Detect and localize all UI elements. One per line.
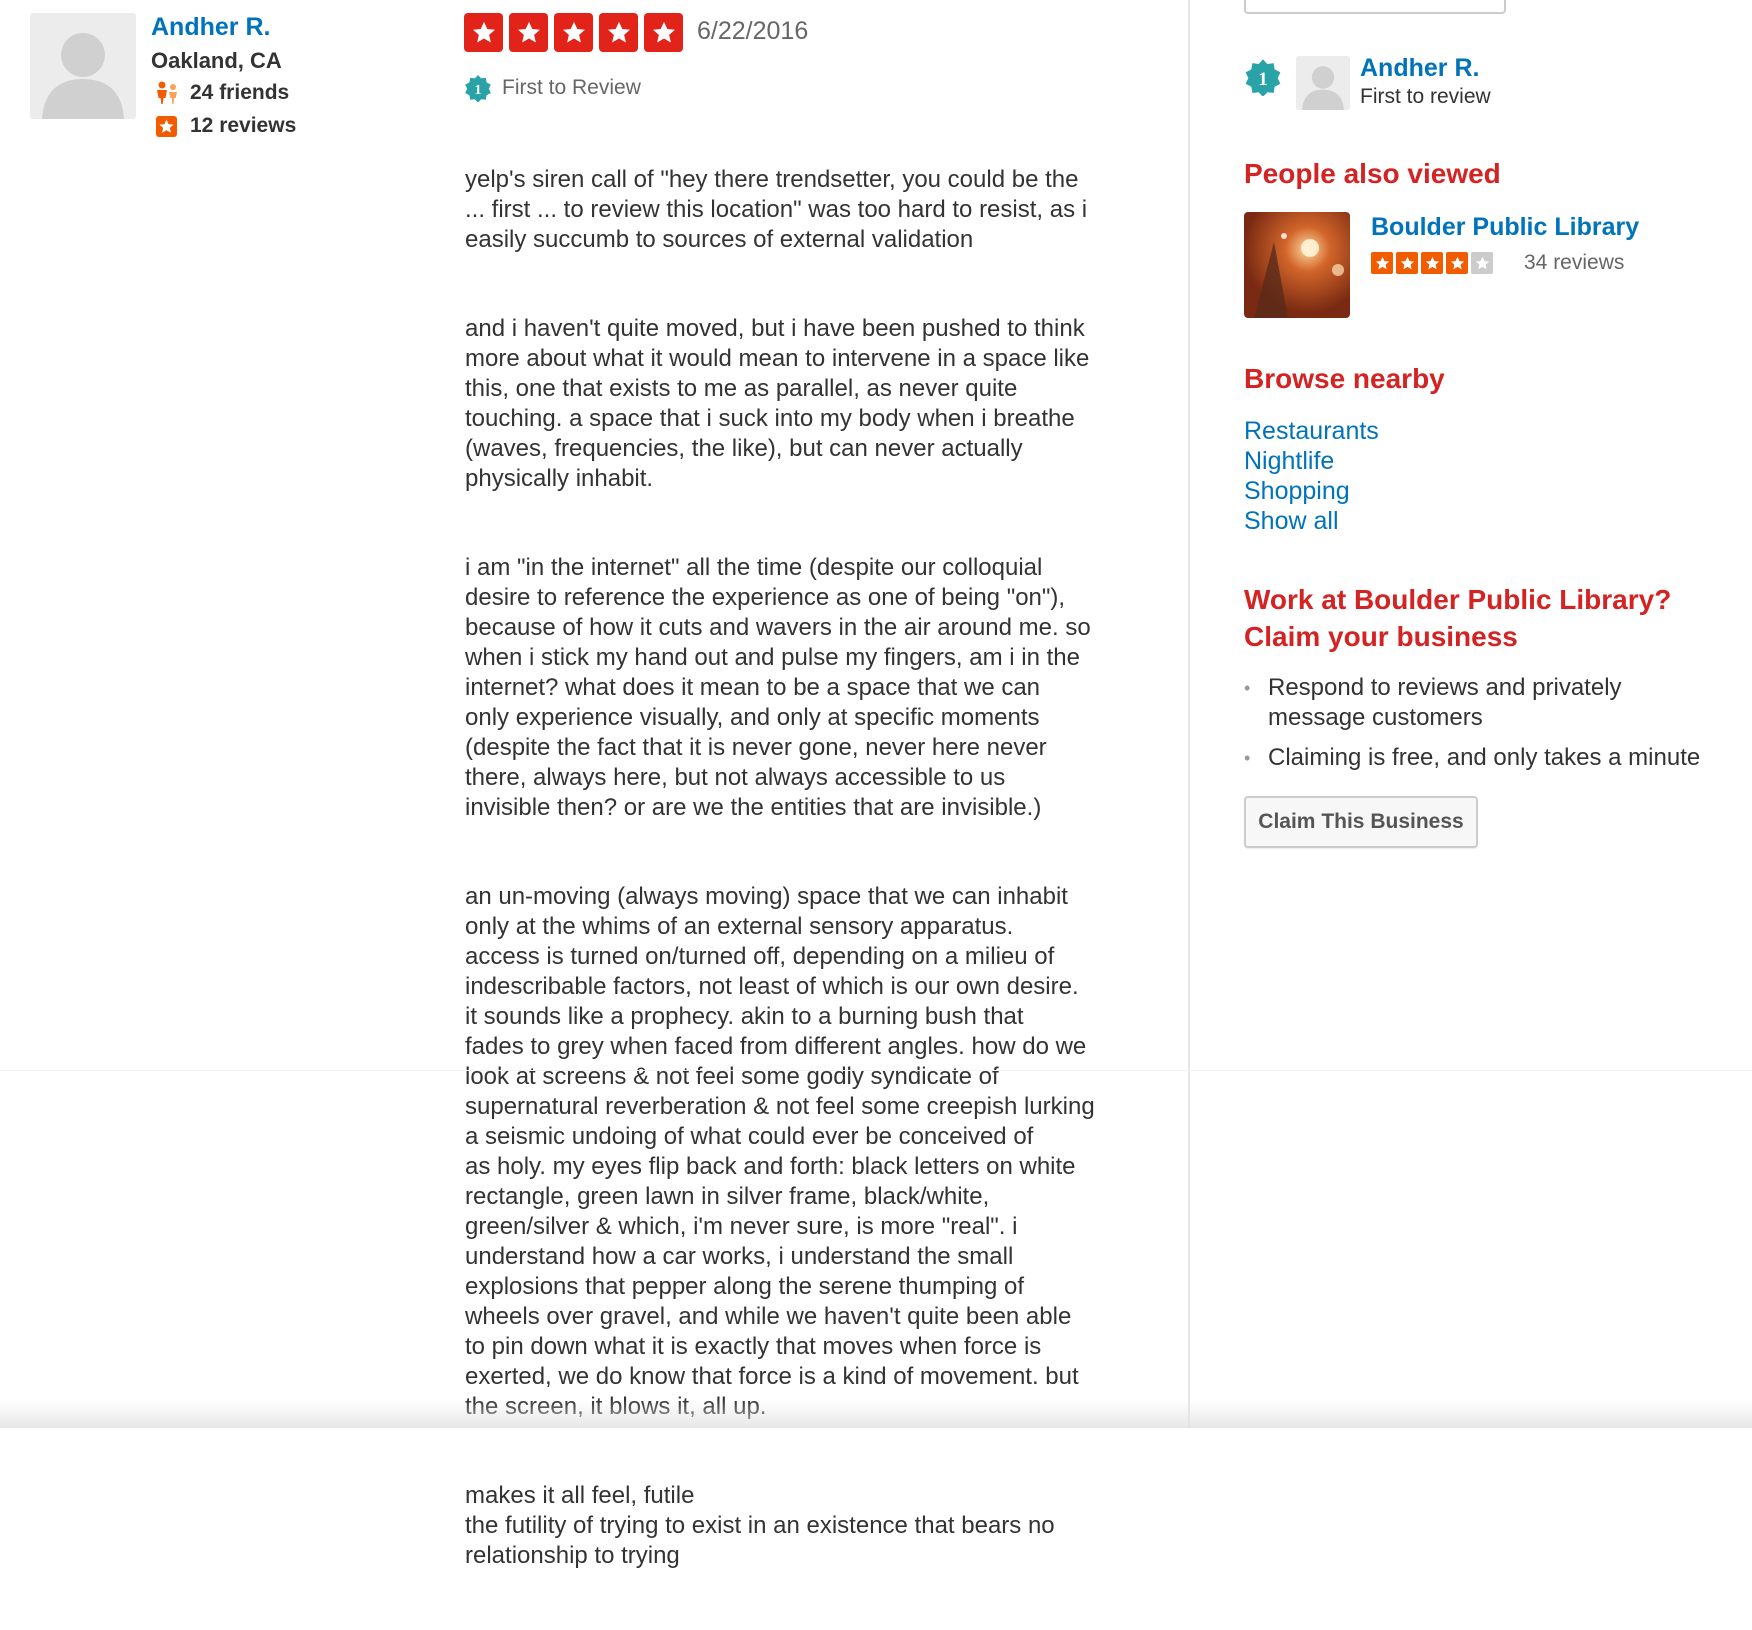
browse-nearby-heading: Browse nearby	[1244, 363, 1445, 394]
claim-benefits-list: • Respond to reviews and privately messa…	[1244, 673, 1714, 783]
partial-button[interactable]	[1244, 0, 1506, 14]
claim-benefit-item: • Respond to reviews and privately messa…	[1244, 673, 1714, 733]
reviewer-friends: 24 friends	[154, 80, 289, 106]
star-icon	[1421, 252, 1443, 274]
friends-count: 24 friends	[190, 81, 290, 104]
browse-link-restaurants[interactable]: Restaurants	[1244, 417, 1379, 446]
star-icon	[1446, 252, 1468, 274]
star-icon	[1396, 252, 1418, 274]
claim-heading-line2: Claim your business	[1244, 621, 1518, 652]
first-reviewer-subtitle: First to review	[1360, 85, 1491, 108]
people-also-viewed-business[interactable]: Boulder Public Library	[1371, 213, 1639, 242]
first-to-review-label: 1 First to Review	[464, 74, 641, 103]
people-also-viewed-heading: People also viewed	[1244, 158, 1501, 189]
claim-benefit-item: • Claiming is free, and only takes a min…	[1244, 743, 1714, 773]
business-star-rating	[1371, 252, 1493, 274]
review-paragraph: i am "in the internet" all the time (des…	[465, 554, 1091, 821]
bullet-icon: •	[1244, 748, 1251, 768]
svg-text:1: 1	[475, 83, 482, 98]
first-reviewer-avatar[interactable]	[1296, 56, 1350, 110]
star-icon	[644, 13, 683, 52]
review-date: 6/22/2016	[697, 17, 809, 45]
review-paragraph: and i haven't quite moved, but i have be…	[465, 315, 1090, 492]
default-user-icon	[1296, 56, 1350, 110]
review-paragraph: an un-moving (always moving) space that …	[465, 883, 1095, 1420]
first-to-review-text: First to Review	[502, 76, 641, 99]
bottom-shadow	[0, 1400, 1752, 1428]
star-icon	[509, 13, 548, 52]
star-icon	[1371, 252, 1393, 274]
star-icon	[464, 13, 503, 52]
screen-seam	[0, 1070, 1752, 1071]
reviewer-name[interactable]: Andher R.	[151, 13, 270, 42]
business-review-count: 34 reviews	[1524, 251, 1625, 274]
review-star-rating	[464, 13, 683, 52]
first-reviewer-name[interactable]: Andher R.	[1360, 54, 1479, 83]
star-icon	[554, 13, 593, 52]
claim-heading-line1: Work at Boulder Public Library?	[1244, 584, 1672, 615]
first-badge-icon: 1	[464, 74, 492, 103]
star-icon	[599, 13, 638, 52]
reviewer-avatar[interactable]	[30, 13, 136, 119]
reviews-count: 12 reviews	[190, 114, 297, 137]
svg-text:1: 1	[1258, 69, 1268, 90]
column-divider	[1188, 0, 1190, 1428]
browse-link-nightlife[interactable]: Nightlife	[1244, 447, 1334, 476]
claim-heading: Work at Boulder Public Library? Claim yo…	[1244, 581, 1671, 655]
browse-link-shopping[interactable]: Shopping	[1244, 477, 1350, 506]
bullet-icon: •	[1244, 678, 1251, 698]
default-user-icon	[30, 13, 136, 119]
claim-benefit-text: Claiming is free, and only takes a minut…	[1268, 744, 1701, 771]
star-icon	[1471, 252, 1493, 274]
claim-benefit-text: Respond to reviews and privately message…	[1268, 674, 1622, 731]
reviewer-reviews: 12 reviews	[154, 113, 296, 139]
review-paragraph: yelp's siren call of "hey there trendset…	[465, 166, 1088, 253]
review-paragraph: makes it all feel, futile the futility o…	[465, 1482, 1055, 1569]
friends-icon	[154, 80, 180, 106]
browse-link-show-all[interactable]: Show all	[1244, 507, 1339, 536]
claim-business-button[interactable]: Claim This Business	[1244, 796, 1478, 848]
review-star-icon	[154, 113, 180, 139]
first-badge-icon: 1	[1244, 58, 1282, 97]
reviewer-location: Oakland, CA	[151, 48, 282, 73]
business-photo[interactable]	[1244, 212, 1350, 318]
